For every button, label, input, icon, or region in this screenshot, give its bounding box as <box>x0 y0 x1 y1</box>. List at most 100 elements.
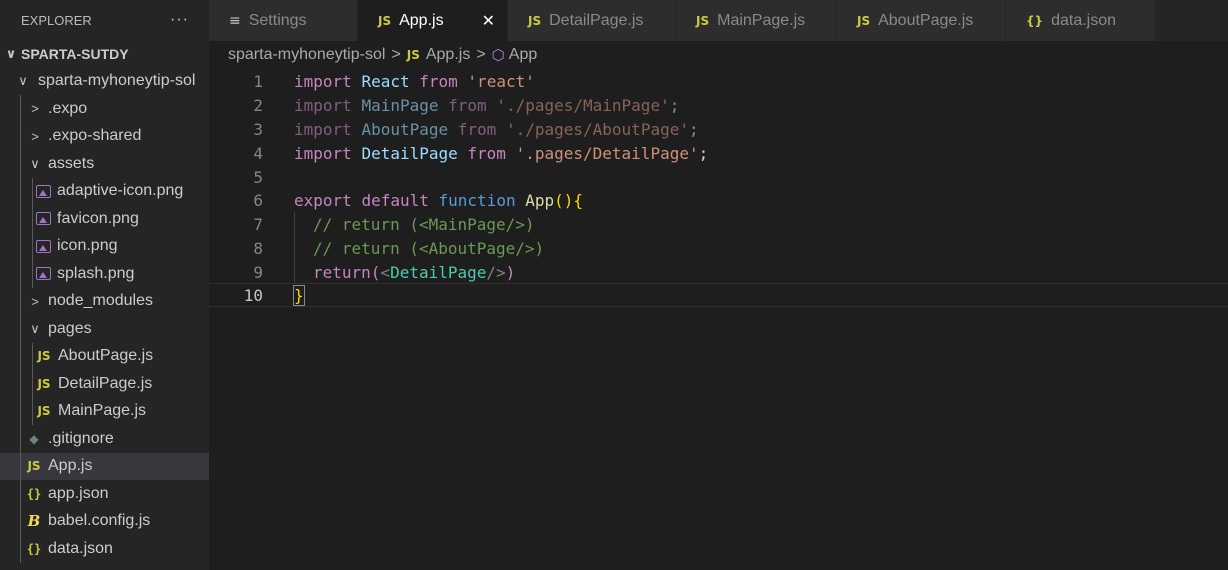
explorer-header: EXPLORER ··· <box>0 0 209 40</box>
line-number: 9 <box>253 262 263 282</box>
tree-item-label: node_modules <box>48 292 153 310</box>
tab-aboutpage-js[interactable]: JS AboutPage.js <box>837 0 1006 41</box>
tree-folder-assets[interactable]: ∨ assets <box>0 150 209 178</box>
indent-guide <box>20 287 21 315</box>
tab-label: data.json <box>1051 11 1117 29</box>
line-number: 3 <box>253 119 263 139</box>
indent-guide <box>20 315 21 343</box>
code-editor[interactable]: 1 import React from 'react' 2 import Mai… <box>209 69 1228 570</box>
explorer-title: EXPLORER <box>21 12 92 28</box>
js-file-icon: JS <box>857 13 871 28</box>
code-line: 7 // return (<MainPage/>) <box>209 212 1228 236</box>
image-file-icon <box>36 184 51 198</box>
tree-file-gitignore[interactable]: ◆ .gitignore <box>0 425 209 453</box>
code-text: import MainPage from './pages/MainPage'; <box>294 95 680 115</box>
line-number: 6 <box>253 190 263 210</box>
tree-folder-sparta-myhoneytip-sol[interactable]: ∨ sparta-myhoneytip-sol <box>0 68 209 96</box>
line-number: 2 <box>253 95 263 115</box>
tree-file-adaptive-icon-png[interactable]: adaptive-icon.png <box>0 177 209 205</box>
tree-file-aboutpage-js[interactable]: JS AboutPage.js <box>0 342 209 370</box>
tree-item-label: babel.config.js <box>48 512 151 530</box>
indent-guide <box>20 535 21 563</box>
chevron-down-icon: ∨ <box>30 320 40 336</box>
settings-icon: ≡ <box>229 12 241 29</box>
code-text: import DetailPage from '.pages/DetailPag… <box>294 143 709 163</box>
tree-folder-expo[interactable]: > .expo <box>0 95 209 123</box>
breadcrumb-folder[interactable]: sparta-myhoneytip-sol <box>228 46 385 64</box>
breadcrumb-file[interactable]: App.js <box>426 46 470 64</box>
chevron-right-icon: > <box>391 46 401 63</box>
workspace-root-label: SPARTA-SUTDY <box>21 45 129 62</box>
image-file-icon <box>36 239 51 253</box>
tree-item-label: icon.png <box>57 237 118 255</box>
indent-guide <box>20 205 21 233</box>
code-line: 8 // return (<AboutPage/>) <box>209 236 1228 260</box>
tree-file-splash-png[interactable]: splash.png <box>0 260 209 288</box>
babel-file-icon: B <box>27 512 41 531</box>
symbol-cube-icon: ⬡ <box>491 47 505 64</box>
explorer-sidebar: EXPLORER ··· ∨ SPARTA-SUTDY ∨ sparta-myh… <box>0 0 209 570</box>
js-file-icon: JS <box>37 349 51 364</box>
tab-label: Settings <box>248 11 307 29</box>
indent-guide <box>32 260 33 288</box>
indent-guide <box>32 342 33 370</box>
indent-guide <box>32 370 33 398</box>
tab-label: AboutPage.js <box>878 11 974 29</box>
indent-guide <box>32 397 33 425</box>
indent-guide <box>20 480 21 508</box>
tree-file-detailpage-js[interactable]: JS DetailPage.js <box>0 370 209 398</box>
code-text: import React from 'react' <box>294 71 535 91</box>
line-number: 5 <box>253 167 263 187</box>
tree-folder-node-modules[interactable]: > node_modules <box>0 287 209 315</box>
code-line: 5 <box>209 165 1228 189</box>
image-file-icon <box>36 212 51 226</box>
line-number: 1 <box>253 71 263 91</box>
tab-settings[interactable]: ≡ Settings <box>209 0 358 41</box>
js-file-icon: JS <box>37 376 51 391</box>
js-file-icon: JS <box>696 13 710 28</box>
indent-guide <box>20 260 21 288</box>
code-line: 2 import MainPage from './pages/MainPage… <box>209 93 1228 117</box>
workspace-root-folder[interactable]: ∨ SPARTA-SUTDY <box>0 40 209 68</box>
tab-data-json[interactable]: {} data.json <box>1006 0 1156 41</box>
tab-mainpage-js[interactable]: JS MainPage.js <box>676 0 837 41</box>
indent-guide <box>20 425 21 453</box>
tree-item-label: data.json <box>48 539 113 557</box>
tree-item-label: splash.png <box>57 264 135 282</box>
tree-file-favicon-png[interactable]: favicon.png <box>0 205 209 233</box>
tree-item-label: adaptive-icon.png <box>57 182 184 200</box>
tree-item-label: .expo-shared <box>48 127 142 145</box>
line-number: 10 <box>243 285 263 305</box>
chevron-right-icon: > <box>31 101 39 117</box>
image-file-icon <box>36 267 51 281</box>
tree-file-app-js[interactable]: JS App.js <box>0 452 209 480</box>
code-comment: // return (<MainPage/>) <box>313 214 535 234</box>
chevron-right-icon: > <box>31 293 39 309</box>
code-brace: } <box>293 284 305 306</box>
indent-guide <box>20 397 21 425</box>
tab-app-js[interactable]: JS App.js ✕ <box>358 0 508 41</box>
git-diamond-icon: ◆ <box>29 431 39 446</box>
tree-folder-expo-shared[interactable]: > .expo-shared <box>0 122 209 150</box>
code-line: 1 import React from 'react' <box>209 69 1228 93</box>
line-number: 4 <box>253 143 263 163</box>
tree-file-mainpage-js[interactable]: JS MainPage.js <box>0 397 209 425</box>
tree-file-app-json[interactable]: {} app.json <box>0 480 209 508</box>
chevron-right-icon: > <box>31 128 39 144</box>
tree-file-babel-config-js[interactable]: B babel.config.js <box>0 507 209 535</box>
indent-guide <box>20 452 21 480</box>
tree-file-data-json[interactable]: {} data.json <box>0 535 209 563</box>
tree-item-label: favicon.png <box>57 209 139 227</box>
more-actions-icon[interactable]: ··· <box>170 11 189 29</box>
tab-detailpage-js[interactable]: JS DetailPage.js <box>508 0 676 41</box>
tree-item-label: App.js <box>48 457 93 475</box>
line-number: 7 <box>253 214 263 234</box>
indent-guide <box>20 232 21 260</box>
tree-file-icon-png[interactable]: icon.png <box>0 232 209 260</box>
tree-folder-pages[interactable]: ∨ pages <box>0 315 209 343</box>
code-line: 9 return(<DetailPage/>) <box>209 260 1228 284</box>
breadcrumb-symbol[interactable]: App <box>509 46 537 64</box>
chevron-down-icon: ∨ <box>18 73 28 89</box>
js-file-icon: JS <box>406 48 420 62</box>
close-icon[interactable]: ✕ <box>482 11 495 31</box>
